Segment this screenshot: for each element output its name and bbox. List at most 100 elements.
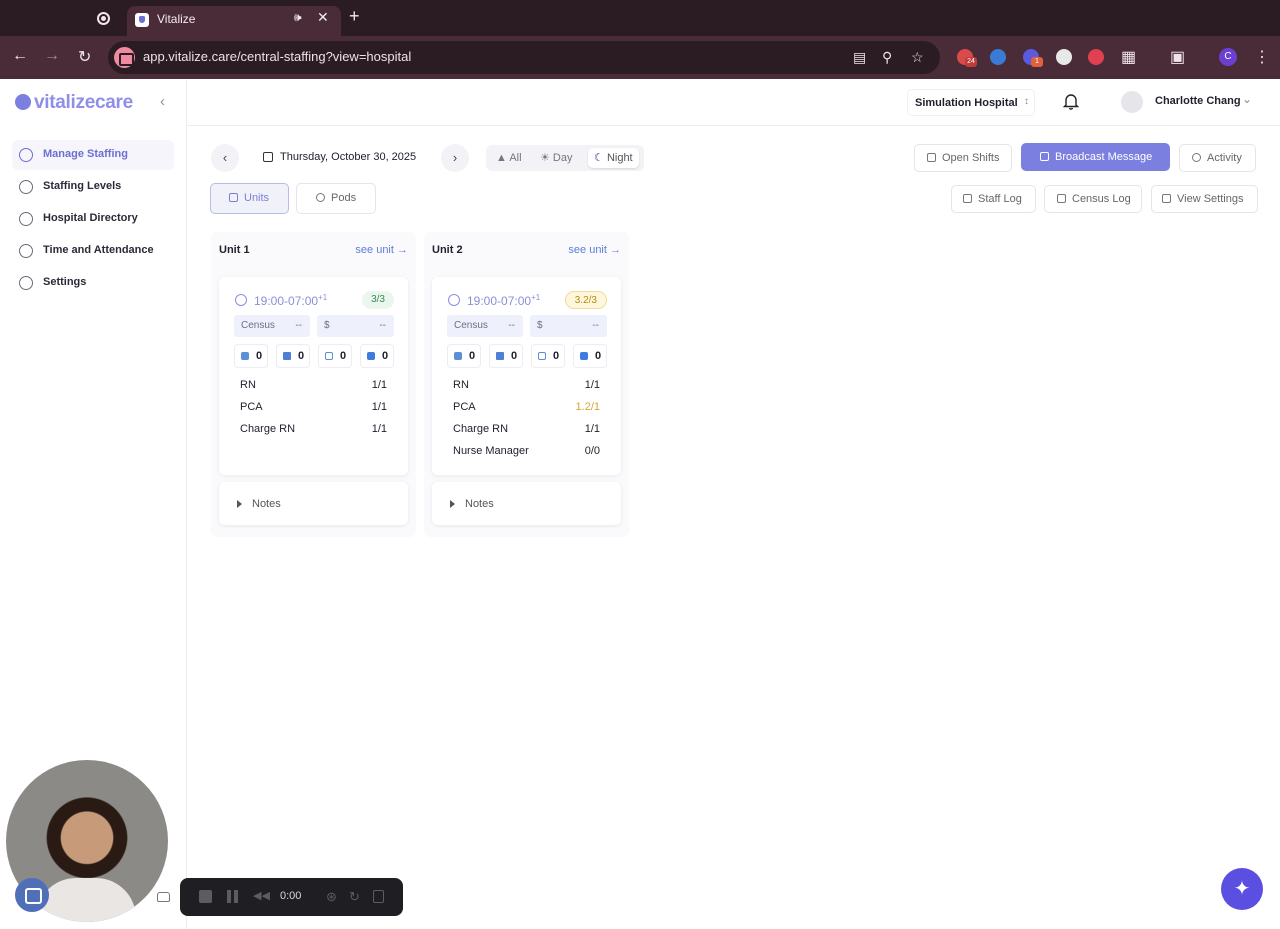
collapse-sidebar-icon[interactable]: ‹ <box>160 93 165 110</box>
back-button[interactable]: ← <box>12 47 28 65</box>
rewind-icon[interactable]: ◀◀ <box>253 890 270 903</box>
see-unit-link[interactable]: see unit → <box>355 244 408 256</box>
extensions-puzzle-icon[interactable]: ▦ <box>1121 47 1136 67</box>
stop-recording-icon[interactable] <box>199 890 212 903</box>
notes-toggle[interactable]: Notes <box>432 482 621 525</box>
extension-badge: 24 <box>965 57 977 67</box>
sidebar-item-manage-staffing[interactable]: Manage Staffing <box>12 140 174 170</box>
scheduled-stat[interactable]: 0 <box>318 344 352 368</box>
call-out-stat[interactable]: 0 <box>447 344 481 368</box>
staff-log-button[interactable]: Staff Log <box>951 185 1036 213</box>
hospital-select[interactable]: Simulation Hospital ↕ <box>907 89 1035 116</box>
browser-tab[interactable]: Vitalize 🕪 ✕ <box>127 6 341 36</box>
chevron-updown-icon: ↕ <box>1024 96 1029 107</box>
app-logo[interactable]: vitalizecare <box>15 92 133 114</box>
tab-search-icon[interactable]: ▣ <box>1170 47 1185 67</box>
chat-support-icon[interactable] <box>15 878 49 912</box>
staffing-ratio-badge: 3.2/3 <box>564 291 607 309</box>
close-tab-icon[interactable]: ✕ <box>317 9 329 26</box>
shift-card[interactable]: 19:00-07:00+1 3/3 Census -- $ -- 0 0 0 0 R… <box>219 277 408 475</box>
hourglass-icon <box>496 352 504 360</box>
forward-button[interactable]: → <box>44 47 60 65</box>
caret-right-icon <box>450 500 455 508</box>
car-icon[interactable] <box>157 892 170 902</box>
messages-stat[interactable]: 0 <box>360 344 394 368</box>
extension-password-icon[interactable] <box>990 49 1006 65</box>
sidebar-item-hospital-directory[interactable]: Hospital Directory <box>12 204 174 234</box>
census-log-button[interactable]: Census Log <box>1044 185 1142 213</box>
sidebar-item-staffing-levels[interactable]: Staffing Levels <box>12 172 174 202</box>
chevron-down-icon[interactable]: ⌄ <box>1242 92 1252 106</box>
see-unit-link[interactable]: see unit → <box>568 244 621 256</box>
broadcast-message-button[interactable]: Broadcast Message <box>1021 143 1170 171</box>
browser-menu-icon[interactable]: ⋮ <box>1254 47 1270 67</box>
sidebar-item-settings[interactable]: Settings <box>12 268 174 298</box>
pause-icon[interactable] <box>227 890 238 903</box>
tab-title: Vitalize <box>157 12 196 26</box>
pending-stat[interactable]: 0 <box>276 344 310 368</box>
zoom-icon[interactable]: ⚲ <box>882 49 892 66</box>
calendar-icon <box>325 352 333 360</box>
census-field[interactable]: Census -- <box>234 315 310 337</box>
shift-filter: ▲ All ☀ Day ☾ Night <box>486 145 644 171</box>
role-row: Nurse Manager 0/0 <box>453 445 600 457</box>
trash-icon[interactable] <box>373 890 384 903</box>
extension-disc-icon[interactable] <box>1056 49 1072 65</box>
reload-button[interactable]: ↻ <box>78 47 91 67</box>
previous-day-button[interactable]: ‹ <box>211 144 239 172</box>
bookmark-star-icon[interactable]: ☆ <box>911 49 924 66</box>
clock-icon <box>448 294 460 306</box>
open-shifts-button[interactable]: Open Shifts <box>914 144 1012 172</box>
sidebar-item-label: Time and Attendance <box>43 244 154 256</box>
scheduled-stat[interactable]: 0 <box>531 344 565 368</box>
staff-icon <box>963 194 972 203</box>
date-picker[interactable]: Thursday, October 30, 2025 <box>250 145 435 171</box>
browser-toolbar: ← → ↻ app.vitalize.care/central-staffing… <box>0 36 1280 79</box>
extension-red-icon[interactable]: 24 <box>957 49 977 67</box>
sliders-icon <box>1162 194 1171 203</box>
notes-label: Notes <box>465 498 494 510</box>
bell-icon[interactable] <box>1063 92 1079 110</box>
new-tab-button[interactable]: + <box>349 6 360 27</box>
grid-icon[interactable]: ⊛ <box>326 890 339 903</box>
role-row: PCA 1/1 <box>240 401 387 413</box>
unit-name: Unit 2 <box>432 244 463 256</box>
filter-day[interactable]: ☀ Day <box>534 148 578 168</box>
restart-icon[interactable]: ↻ <box>349 890 362 903</box>
pods-view-toggle[interactable]: Pods <box>296 183 376 214</box>
extension-bell-icon[interactable] <box>1088 49 1104 65</box>
activity-button[interactable]: Activity <box>1179 144 1256 172</box>
chat-icon <box>367 352 375 360</box>
messages-stat[interactable]: 0 <box>573 344 607 368</box>
extension-purple-icon[interactable]: 1 <box>1023 49 1043 67</box>
shift-card[interactable]: 19:00-07:00+1 3.2/3 Census -- $ -- 0 0 0 0… <box>432 277 621 475</box>
filter-all[interactable]: ▲ All <box>490 148 528 168</box>
call-out-stat[interactable]: 0 <box>234 344 268 368</box>
webcam-person <box>36 878 136 922</box>
filter-night[interactable]: ☾ Night <box>588 148 639 168</box>
cost-field[interactable]: $ -- <box>530 315 607 337</box>
profile-avatar[interactable]: C <box>1219 48 1237 66</box>
notes-toggle[interactable]: Notes <box>219 482 408 525</box>
user-name[interactable]: Charlotte Chang <box>1155 95 1241 107</box>
speaker-icon[interactable]: 🕪 <box>294 10 302 25</box>
census-field[interactable]: Census -- <box>447 315 523 337</box>
sidebar-item-time-attendance[interactable]: Time and Attendance <box>12 236 174 266</box>
user-avatar[interactable] <box>1121 91 1143 113</box>
calendar-icon <box>927 153 936 162</box>
url-text[interactable]: app.vitalize.care/central-staffing?view=… <box>143 49 411 64</box>
cost-field[interactable]: $ -- <box>317 315 394 337</box>
shift-time: 19:00-07:00+1 <box>254 293 328 308</box>
units-view-toggle[interactable]: Units <box>210 183 289 214</box>
clipboard-icon[interactable]: ▤ <box>853 49 866 66</box>
browser-tab-bar: Vitalize 🕪 ✕ + <box>0 0 1280 36</box>
next-day-button[interactable]: › <box>441 144 469 172</box>
record-icon[interactable] <box>97 12 110 25</box>
camera-icon[interactable] <box>114 47 135 68</box>
pending-stat[interactable]: 0 <box>489 344 523 368</box>
user-circle-icon <box>19 212 33 226</box>
ai-assistant-sparkle-icon[interactable]: ✦ <box>1221 868 1263 910</box>
vitalize-logo-icon <box>15 94 31 110</box>
address-bar[interactable]: app.vitalize.care/central-staffing?view=… <box>108 41 940 74</box>
view-settings-button[interactable]: View Settings <box>1151 185 1258 213</box>
